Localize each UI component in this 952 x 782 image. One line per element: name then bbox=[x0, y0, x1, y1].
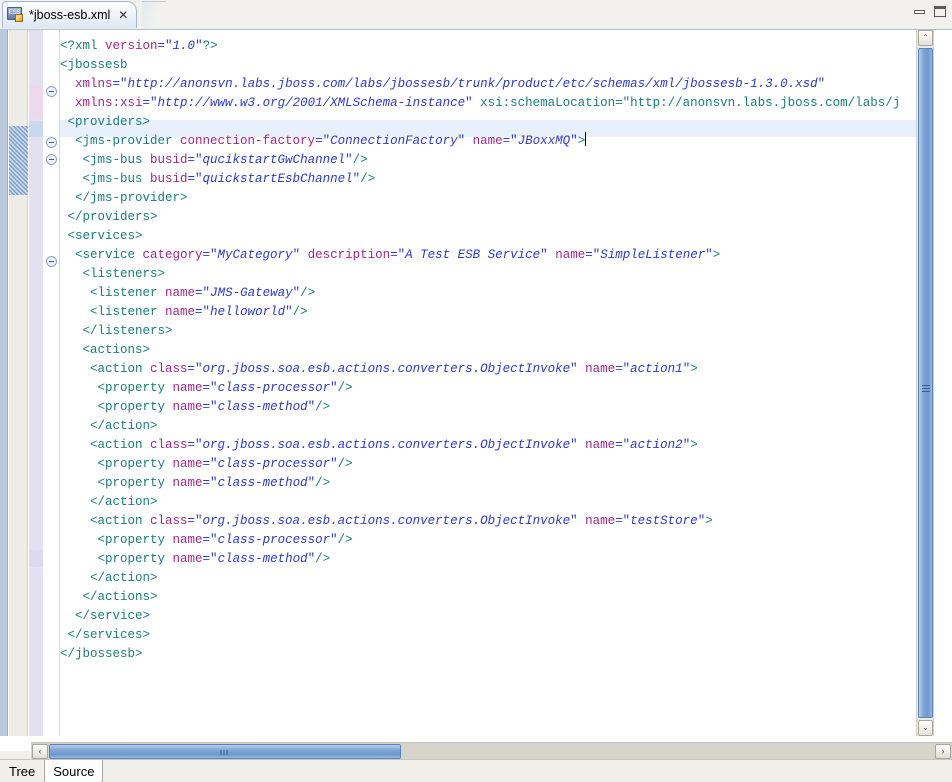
scroll-down-icon[interactable]: ⌄ bbox=[918, 720, 933, 736]
minimize-icon[interactable] bbox=[914, 10, 925, 14]
close-icon[interactable]: ✕ bbox=[118, 9, 128, 21]
editor-tab-bar: *jboss-esb.xml ✕ bbox=[0, 0, 952, 29]
fold-collapse-providers-icon[interactable] bbox=[46, 137, 57, 148]
scroll-right-icon[interactable]: › bbox=[935, 744, 951, 759]
fold-collapse-jbossesb-icon[interactable] bbox=[46, 86, 57, 97]
horizontal-scrollbar[interactable]: ‹ › bbox=[31, 742, 952, 759]
tab-source[interactable]: Source bbox=[44, 760, 103, 782]
xml-source-text[interactable]: <?xml version="1.0"?> <jbossesb xmlns="h… bbox=[60, 30, 916, 663]
maximize-icon[interactable] bbox=[934, 6, 946, 17]
window-controls bbox=[914, 6, 946, 17]
tab-title: *jboss-esb.xml bbox=[29, 8, 110, 22]
fold-collapse-jms-provider-icon[interactable] bbox=[46, 154, 57, 165]
change-marker-selected bbox=[29, 121, 43, 137]
editor-page-tabs: Tree Source bbox=[0, 759, 952, 782]
scroll-left-icon[interactable]: ‹ bbox=[32, 744, 48, 759]
tab-bar-background bbox=[0, 0, 952, 29]
change-marker-pink bbox=[29, 85, 43, 118]
code-canvas[interactable]: <?xml version="1.0"?> <jbossesb xmlns="h… bbox=[60, 30, 916, 736]
quick-diff-ruler[interactable] bbox=[9, 30, 28, 736]
tab-jboss-esb-xml[interactable]: *jboss-esb.xml ✕ bbox=[2, 1, 137, 28]
scroll-thumb-grip bbox=[922, 385, 930, 392]
overview-ruler[interactable] bbox=[933, 30, 952, 736]
left-annotation-strip bbox=[0, 30, 8, 736]
eclipse-xml-editor-window: *jboss-esb.xml ✕ <?xml version="1.0"?> < bbox=[0, 0, 952, 782]
change-marker-lavender bbox=[29, 550, 43, 567]
hscroll-thumb-grip bbox=[221, 750, 230, 755]
vertical-scroll-thumb[interactable] bbox=[918, 48, 933, 718]
vertical-scrollbar[interactable]: ⌃ ⌄ bbox=[916, 30, 933, 736]
scroll-up-icon[interactable]: ⌃ bbox=[918, 30, 933, 46]
folding-column[interactable] bbox=[43, 30, 60, 736]
esb-file-icon bbox=[7, 7, 24, 23]
changed-lines-marker bbox=[9, 126, 28, 195]
change-bar-column bbox=[29, 30, 43, 736]
horizontal-scroll-thumb[interactable] bbox=[49, 744, 401, 759]
tab-tree[interactable]: Tree bbox=[0, 760, 44, 782]
source-editor: <?xml version="1.0"?> <jbossesb xmlns="h… bbox=[0, 29, 952, 751]
fold-collapse-service-icon[interactable] bbox=[46, 256, 57, 267]
